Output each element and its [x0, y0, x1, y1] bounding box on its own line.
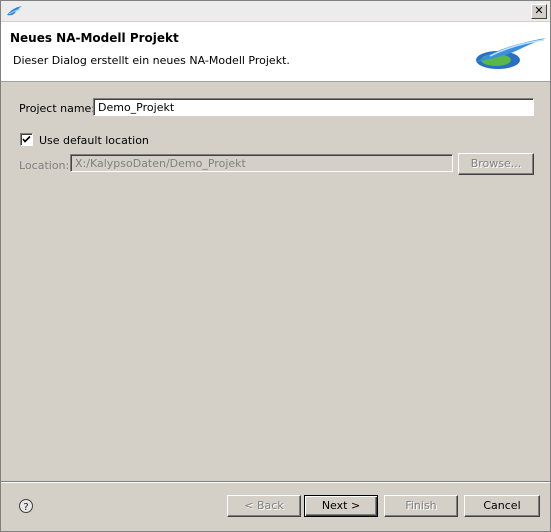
back-button[interactable]: < Back — [227, 495, 301, 517]
project-name-label: Project name: — [19, 102, 96, 115]
cancel-button[interactable]: Cancel — [464, 495, 540, 517]
use-default-location-checkbox[interactable] — [20, 133, 33, 146]
close-button[interactable]: ✕ — [531, 4, 547, 19]
finish-button[interactable]: Finish — [384, 495, 458, 517]
use-default-location-label[interactable]: Use default location — [39, 134, 149, 147]
wizard-dialog: ✕ Neues NA-Modell Projekt Dieser Dialog … — [0, 0, 551, 532]
footer-divider — [1, 481, 550, 483]
checkmark-icon — [22, 135, 31, 143]
help-icon[interactable]: ? — [18, 498, 34, 514]
title-bar[interactable]: ✕ — [1, 1, 550, 21]
wizard-header: Neues NA-Modell Projekt Dieser Dialog er… — [1, 22, 550, 82]
page-title: Neues NA-Modell Projekt — [10, 31, 179, 45]
location-input[interactable]: X:/KalypsoDaten/Demo_Projekt — [70, 154, 453, 172]
page-description: Dieser Dialog erstellt ein neues NA-Mode… — [13, 54, 290, 67]
next-button[interactable]: Next > — [304, 495, 378, 517]
project-name-input[interactable]: Demo_Projekt — [93, 98, 534, 116]
svg-text:?: ? — [23, 502, 28, 513]
location-label: Location: — [19, 159, 70, 172]
app-logo-icon — [7, 6, 22, 16]
browse-button[interactable]: Browse... — [458, 153, 534, 175]
wizard-banner-logo — [476, 38, 546, 69]
